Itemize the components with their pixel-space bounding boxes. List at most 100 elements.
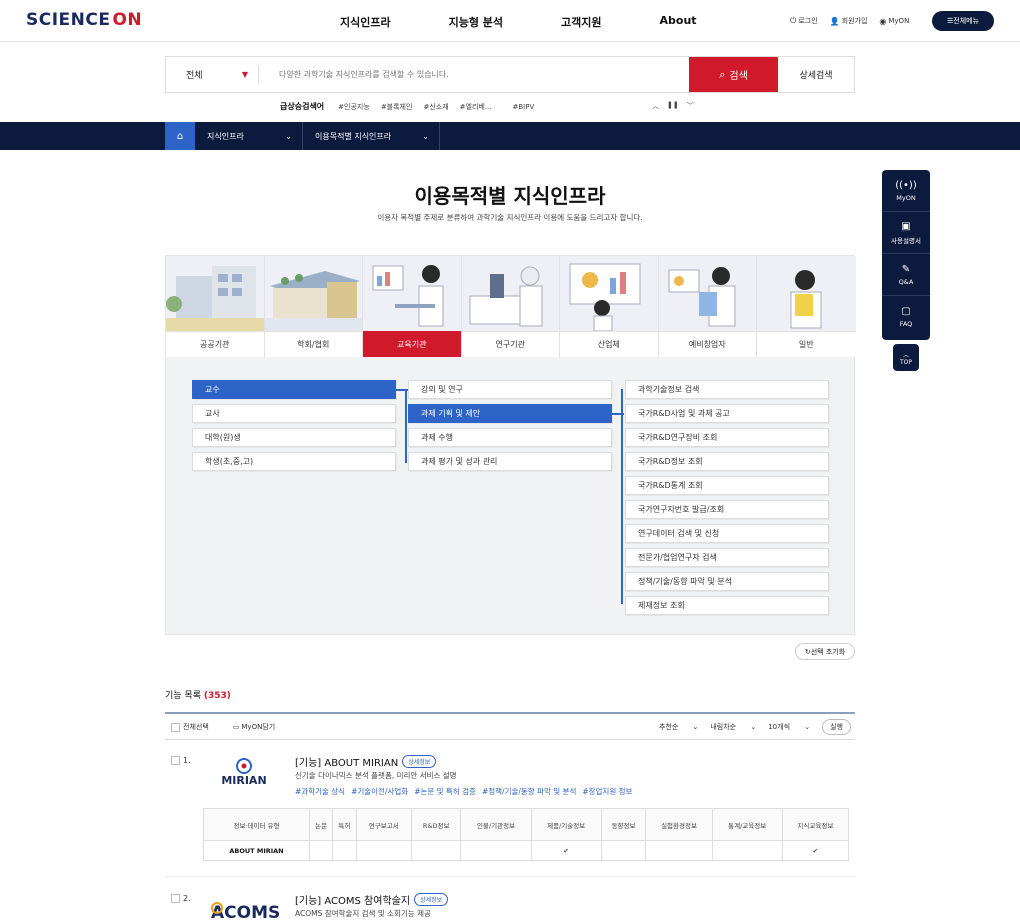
option-sanction-info[interactable]: 제재정보 조회 — [625, 596, 829, 615]
option-rnd-equipment[interactable]: 국가R&D연구장비 조회 — [625, 428, 829, 447]
teacher-illustration — [363, 256, 461, 331]
option-policy-trend[interactable]: 정책/기술/동향 파악 및 분석 — [625, 572, 829, 591]
nav-customer-support[interactable]: 고객지원 — [561, 14, 601, 30]
order-select[interactable]: 내림차순 ⌄ — [710, 722, 756, 732]
list-item: 1. MIRIAN [기능] ABOUT MIRIAN 상세정보 신기술 다이나… — [165, 752, 855, 877]
item-title[interactable]: [기능] ACOMS 참여학술지 상세정보 — [295, 892, 449, 907]
chevron-down-icon[interactable]: ﹀ — [687, 101, 694, 111]
pause-icon[interactable]: ❚❚ — [667, 101, 679, 111]
item-checkbox[interactable]: 1. — [171, 756, 191, 765]
logo-science: SCIENCE — [26, 10, 111, 30]
founder-illustration — [658, 256, 756, 331]
chevron-up-icon[interactable]: ︿ — [652, 101, 659, 111]
detail-badge[interactable]: 상세정보 — [414, 893, 449, 906]
caret-down-icon: ▼ — [241, 70, 248, 79]
item-description: ACOMS 참여학술지 검색 및 소회기능 제공 — [295, 909, 431, 918]
tab-general[interactable]: 일반 — [757, 256, 856, 357]
nav-knowledge-infra[interactable]: 지식인프라 — [340, 14, 391, 30]
option-professor[interactable]: 교수 — [192, 380, 396, 399]
table-header: 동향정보 — [600, 808, 647, 841]
edit-icon: ✎ — [901, 263, 911, 275]
broadcast-icon: ◉ — [879, 16, 887, 26]
option-research-data[interactable]: 연구데이터 검색 및 신청 — [625, 524, 829, 543]
reset-selection-button[interactable]: ↻ 선택 초기화 — [795, 643, 855, 660]
scroll-top-button[interactable]: ︿ TOP — [893, 344, 919, 371]
breadcrumb: ⌂ 지식인프라 ⌄ 이용목적별 지식인프라 ⌄ — [0, 122, 1020, 150]
quick-qna[interactable]: ✎ Q&A — [882, 254, 930, 296]
option-rnd-info[interactable]: 국가R&D정보 조회 — [625, 452, 829, 471]
quick-menu: ((•)) MyON ▣ 사용설명서 ✎ Q&A ▢ FAQ — [882, 170, 930, 340]
myon-add-button[interactable]: ▭ MyON담기 — [233, 722, 287, 732]
option-expert-search[interactable]: 전문가/협업연구자 검색 — [625, 548, 829, 567]
table-header: 논문 — [308, 808, 334, 841]
option-school-student[interactable]: 학생(초,중,고) — [192, 452, 396, 471]
option-researcher-number[interactable]: 국가연구자번호 발급/조회 — [625, 500, 829, 519]
tab-academic-society[interactable]: 학회/협회 — [264, 256, 363, 357]
trending-label: 급상승검색어 — [280, 102, 325, 111]
option-university-student[interactable]: 대학(원)생 — [192, 428, 396, 447]
table-header: 연구보고서 — [355, 808, 412, 841]
quick-faq[interactable]: ▢ FAQ — [882, 296, 930, 338]
chevron-down-icon: ⌄ — [422, 131, 429, 141]
option-project-evaluation[interactable]: 과제 평가 및 성과 관리 — [408, 452, 612, 471]
detail-badge[interactable]: 상세정보 — [402, 755, 437, 768]
tab-prospective-founder[interactable]: 예비창업자 — [658, 256, 757, 357]
option-rnd-announcement[interactable]: 국가R&D사업 및 과제 공고 — [625, 404, 829, 423]
item-title[interactable]: [기능] ABOUT MIRIAN 상세정보 — [295, 754, 437, 769]
trending-tag[interactable]: #인공지능 — [338, 102, 370, 112]
tab-public-institution[interactable]: 공공기관 — [166, 256, 265, 357]
tab-educational-institution[interactable]: 교육기관 — [363, 256, 462, 357]
table-cell — [711, 840, 783, 861]
trending-controls: ︿ ❚❚ ﹀ — [652, 101, 702, 111]
tab-industry[interactable]: 산업체 — [560, 256, 659, 357]
trending-tag[interactable]: #BIPV — [513, 103, 535, 111]
function-list-title: 기능 목록 (353) — [165, 691, 231, 701]
trending-tag[interactable]: #엘리베... — [460, 102, 492, 112]
breadcrumb-level2[interactable]: 이용목적별 지식인프라 ⌄ — [303, 122, 440, 150]
search-category-select[interactable]: 전체 ▼ — [166, 65, 259, 84]
join-link[interactable]: 👤 회원가입 — [830, 16, 868, 26]
per-page-select[interactable]: 10개씩 ⌄ — [768, 722, 810, 732]
sort-select[interactable]: 추천순 ⌄ — [659, 722, 698, 732]
search-icon: ⌕ — [719, 67, 726, 81]
breadcrumb-level1[interactable]: 지식인프라 ⌄ — [195, 122, 303, 150]
chat-icon: ▢ — [901, 306, 911, 317]
advanced-search-button[interactable]: 상세검색 — [778, 57, 854, 92]
check-icon: ✔ — [530, 840, 602, 861]
option-rnd-statistics[interactable]: 국가R&D통계 조회 — [625, 476, 829, 495]
login-link[interactable]: ⏻ 로그인 — [790, 16, 818, 26]
nav-intelligent-analysis[interactable]: 지능형 분석 — [449, 14, 503, 30]
scienceon-logo[interactable]: SCIENCE ON — [26, 10, 142, 30]
search-input[interactable] — [259, 57, 689, 92]
table-header: 실험환경정보 — [645, 808, 713, 841]
utility-links: ⏻ 로그인 👤 회원가입 ◉ MyON — [790, 16, 921, 26]
tag[interactable]: #창업지원 정보 — [582, 786, 632, 797]
tag[interactable]: #기술이전/사업화 — [351, 786, 408, 797]
tag[interactable]: #논문 및 특허 검증 — [414, 786, 476, 797]
category-tabs: 공공기관 학회/협회 교육기관 연구기관 산업체 예비창업자 일반 — [166, 256, 856, 357]
search-button[interactable]: ⌕ 검색 — [689, 57, 778, 92]
apply-button[interactable]: 실행 — [822, 719, 851, 735]
table-header: 특허 — [332, 808, 357, 841]
package-icon: ▣ — [901, 220, 911, 232]
option-lecture-research[interactable]: 강의 및 연구 — [408, 380, 612, 399]
myon-link[interactable]: ◉ MyON — [879, 17, 909, 26]
tag[interactable]: #정책/기술/동향 파악 및 분석 — [482, 786, 576, 797]
nav-about[interactable]: About — [660, 14, 697, 30]
tab-research-institution[interactable]: 연구기관 — [461, 256, 560, 357]
home-icon[interactable]: ⌂ — [165, 122, 195, 150]
trending-tag[interactable]: #신소재 — [423, 102, 448, 112]
option-sci-info-search[interactable]: 과학기술정보 검색 — [625, 380, 829, 399]
quick-myon[interactable]: ((•)) MyON — [882, 170, 930, 212]
item-checkbox[interactable]: 2. — [171, 894, 191, 903]
quick-manual[interactable]: ▣ 사용설명서 — [882, 212, 930, 254]
folder-icon: ▭ — [232, 723, 240, 731]
tag[interactable]: #과학기술 상식 — [295, 786, 345, 797]
trending-tag[interactable]: #블록체인 — [381, 102, 413, 112]
info-type-table: 정보·데이터 유형 논문 특허 연구보고서 R&D정보 인물/기관정보 제품/기… — [203, 808, 850, 861]
all-menu-button[interactable]: ☰ 전체메뉴 — [932, 11, 994, 31]
option-project-execution[interactable]: 과제 수행 — [408, 428, 612, 447]
option-project-planning[interactable]: 과제 기획 및 제안 — [408, 404, 612, 423]
option-teacher[interactable]: 교사 — [192, 404, 396, 423]
select-all-checkbox[interactable]: 전체선택 — [171, 722, 221, 732]
